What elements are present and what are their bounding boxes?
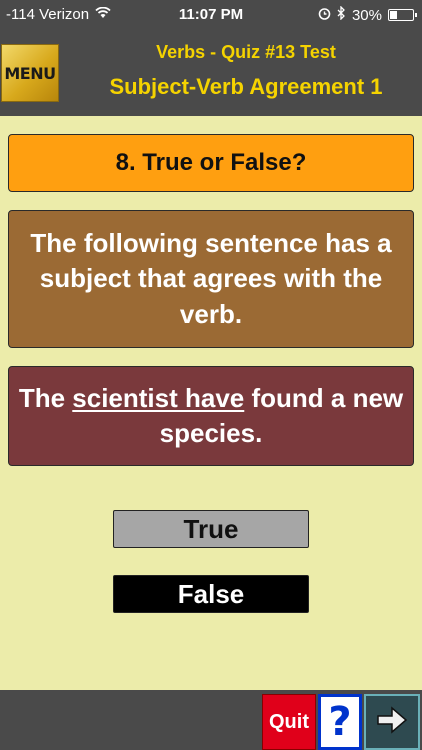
question-prompt: The following sentence has a subject tha… bbox=[8, 210, 414, 348]
sentence-text: The scientist have found a new species. bbox=[17, 381, 405, 451]
battery-icon bbox=[388, 9, 417, 21]
sentence-underlined: scientist have bbox=[72, 382, 245, 413]
quit-button[interactable]: Quit bbox=[262, 694, 316, 750]
question-mark-icon: ? bbox=[328, 699, 352, 745]
help-button[interactable]: ? bbox=[318, 694, 362, 750]
quiz-subtitle: Verbs - Quiz #13 Test bbox=[156, 42, 336, 62]
next-button[interactable] bbox=[364, 694, 420, 750]
quiz-title: Subject-Verb Agreement 1 bbox=[109, 74, 383, 99]
alarm-icon bbox=[318, 7, 331, 24]
header: MENU Verbs - Quiz #13 Test Subject-Verb … bbox=[0, 30, 422, 116]
arrow-right-icon bbox=[375, 705, 409, 740]
status-bar: -114 Verizon 11:07 PM 30% bbox=[0, 0, 422, 30]
bottom-bar: Quit ? bbox=[0, 690, 422, 750]
example-sentence: The scientist have found a new species. bbox=[8, 366, 414, 466]
question-number: 8. True or False? bbox=[8, 134, 414, 192]
menu-button[interactable]: MENU bbox=[1, 44, 59, 102]
false-button[interactable]: False bbox=[113, 575, 309, 613]
status-right: 30% bbox=[318, 5, 417, 24]
sentence-before: The bbox=[18, 382, 73, 413]
battery-fill bbox=[390, 11, 397, 19]
battery-percent: 30% bbox=[351, 6, 382, 24]
true-button[interactable]: True bbox=[113, 510, 309, 548]
bluetooth-icon bbox=[337, 5, 346, 24]
